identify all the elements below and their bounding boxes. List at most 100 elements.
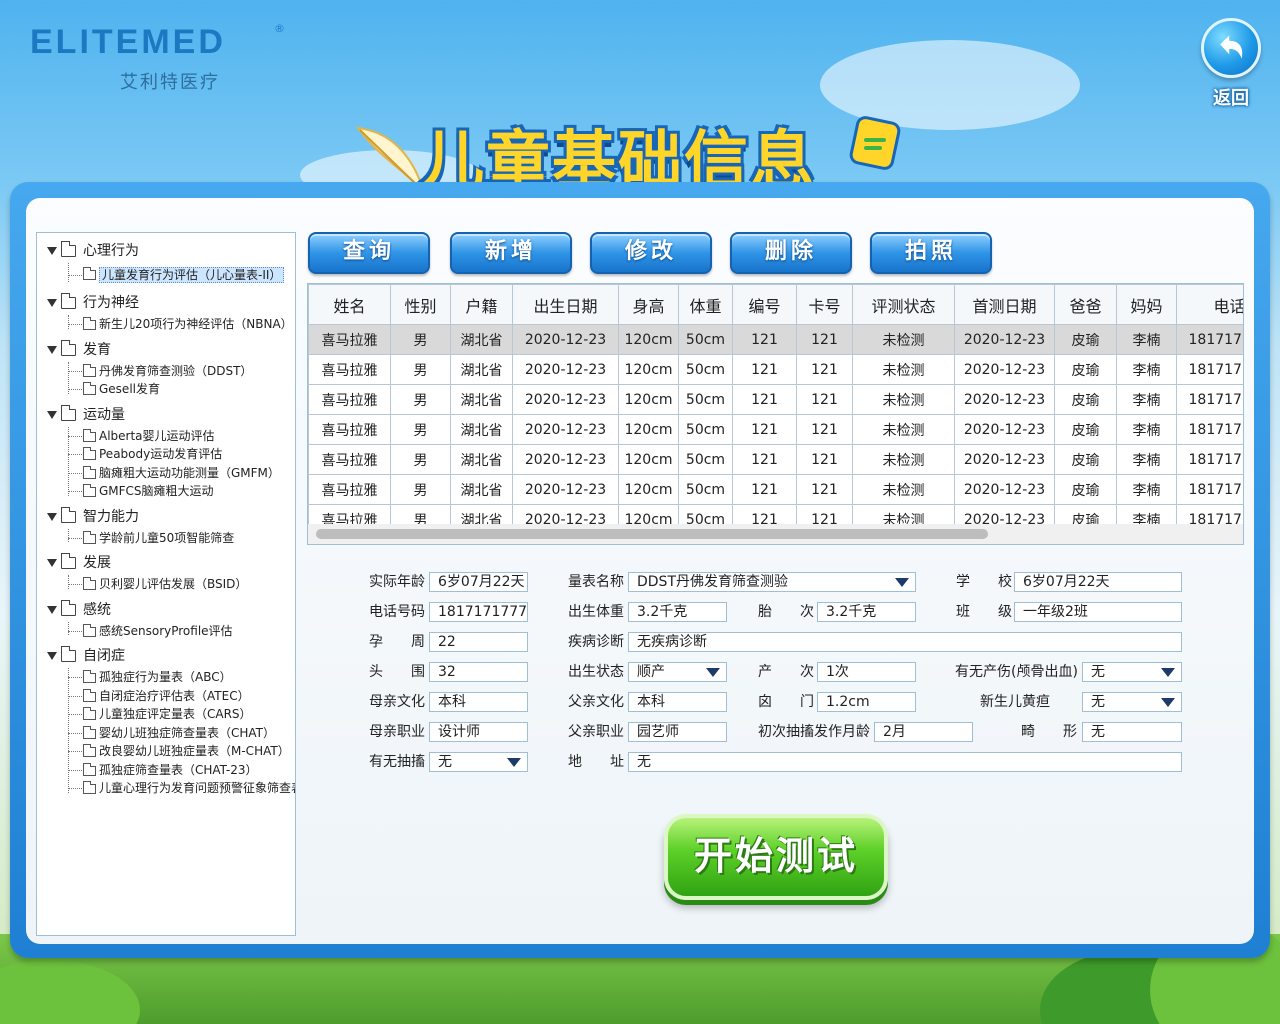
deformity-field[interactable]: 无	[1082, 722, 1182, 742]
mother-education-field[interactable]: 本科	[429, 692, 528, 712]
column-header[interactable]: 爸爸	[1054, 284, 1117, 325]
tree-item[interactable]: 学龄前儿童50项智能筛查	[37, 529, 295, 548]
column-header[interactable]: 首测日期	[954, 284, 1055, 325]
tree-item[interactable]: 自闭症治疗评估表（ATEC）	[37, 687, 295, 706]
photo-button[interactable]: 拍照	[870, 232, 992, 274]
address-field[interactable]: 无	[628, 752, 1182, 772]
twitch-select[interactable]: 无	[429, 752, 528, 772]
gestation-field[interactable]: 22	[429, 632, 528, 652]
first-twitch-month-field[interactable]: 2月	[874, 722, 973, 742]
tree-category[interactable]: 运动量	[37, 403, 295, 427]
column-header[interactable]: 身高	[618, 284, 679, 325]
tree-category[interactable]: 发育	[37, 338, 295, 362]
fontanelle-field[interactable]: 1.2cm	[817, 692, 916, 712]
tree-category[interactable]: 感统	[37, 598, 295, 622]
expand-triangle-icon[interactable]	[47, 652, 57, 660]
table-row[interactable]: 喜马拉雅男湖北省 2020-12-23 120cm 50cm 121 121 未检测 2020…	[308, 444, 1243, 475]
table-cell: 121	[796, 384, 853, 415]
column-header[interactable]: 出生日期	[512, 284, 619, 325]
tree-category[interactable]: 智力能力	[37, 505, 295, 529]
tree-item[interactable]: 感统SensoryProfile评估	[37, 622, 295, 641]
tree-category-label: 发展	[83, 555, 111, 571]
start-test-button[interactable]: 开始测试	[664, 814, 888, 900]
birth-status-select[interactable]: 顺产	[628, 662, 727, 682]
tree-item[interactable]: 丹佛发育筛查测验（DDST）	[37, 362, 295, 381]
tree-item[interactable]: 贝利婴儿评估发展（BSID）	[37, 575, 295, 594]
tree-item[interactable]: 孤独症筛查量表（CHAT-23）	[37, 761, 295, 780]
tree-category[interactable]: 行为神经	[37, 291, 295, 315]
expand-triangle-icon[interactable]	[47, 605, 57, 614]
tree-item[interactable]: 脑瘫粗大运动功能测量（GMFM）	[37, 464, 295, 483]
fetal-order-field[interactable]: 3.2千克	[817, 602, 916, 622]
table-row[interactable]: 喜马拉雅男湖北省 2020-12-23 120cm 50cm 121 121 未检测 2020…	[308, 384, 1243, 415]
table-row[interactable]: 喜马拉雅男湖北省 2020-12-23 120cm 50cm 121 121 未检测 2020…	[308, 324, 1243, 355]
birth-weight-field[interactable]: 3.2千克	[628, 602, 727, 622]
column-header[interactable]: 卡号	[796, 284, 853, 325]
edit-button[interactable]: 修改	[590, 232, 712, 274]
father-education-field[interactable]: 本科	[628, 692, 727, 712]
table-row[interactable]: 喜马拉雅男湖北省 2020-12-23 120cm 50cm 121 121 未检测 2020…	[308, 474, 1243, 505]
tree-item[interactable]: Alberta婴儿运动评估	[37, 427, 295, 446]
tree-item[interactable]: 儿童独症评定量表（CARS）	[37, 705, 295, 724]
tree-item-label: 贝利婴儿评估发展（BSID）	[99, 577, 248, 591]
tree-category[interactable]: 自闭症	[37, 644, 295, 668]
tree-item[interactable]: 婴幼儿班独症筛查量表（CHAT）	[37, 724, 295, 743]
tree-item-label: 儿童独症评定量表（CARS）	[99, 707, 252, 721]
column-header[interactable]: 妈妈	[1116, 284, 1177, 325]
tree-category[interactable]: 发展	[37, 551, 295, 575]
tree-connector	[68, 454, 82, 455]
phone-field[interactable]: 18171717777	[429, 602, 528, 622]
table-cell: 未检测	[852, 324, 955, 355]
expand-triangle-icon[interactable]	[47, 345, 57, 354]
diagnosis-field[interactable]: 无疾病诊断	[628, 632, 1182, 652]
expand-triangle-icon[interactable]	[47, 299, 57, 307]
tree-item[interactable]: GMFCS脑瘫粗大运动	[37, 482, 295, 501]
tree-item[interactable]: 新生儿20项行为神经评估（NBNA）	[37, 315, 295, 334]
expand-triangle-icon[interactable]	[47, 559, 57, 567]
column-header[interactable]: 体重	[678, 284, 733, 325]
fontanelle-label: 囟 门	[758, 694, 814, 710]
tree-group: 智力能力 学龄前儿童50项智能筛查	[37, 505, 295, 552]
column-header[interactable]: 性别	[390, 284, 451, 325]
jaundice-select[interactable]: 无	[1082, 692, 1182, 712]
tree-item-label: 婴幼儿班独症筛查量表（CHAT）	[99, 725, 276, 740]
delete-button[interactable]: 删除	[730, 232, 852, 274]
column-header[interactable]: 姓名	[308, 284, 391, 325]
children-table[interactable]: 姓名性别户籍出生日期身高体重编号卡号评测状态首测日期爸爸妈妈电话号 喜马拉雅男湖…	[307, 283, 1244, 545]
horizontal-scrollbar[interactable]	[308, 524, 1243, 544]
tree-item[interactable]: Gesell发育	[37, 380, 295, 399]
table-cell: 2020-12-23	[512, 474, 619, 505]
scrollbar-thumb[interactable]	[316, 529, 988, 539]
table-row[interactable]: 喜马拉雅男湖北省 2020-12-23 120cm 50cm 121 121 未检测 2020…	[308, 414, 1243, 445]
scale-category-tree[interactable]: 心理行为 儿童发育行为评估（儿心量表-II） 行为神经 新生儿20项行为神经评估（NB…	[36, 232, 296, 936]
column-header[interactable]: 评测状态	[852, 284, 955, 325]
tree-item[interactable]: 孤独症行为量表（ABC）	[37, 668, 295, 687]
mother-job-field[interactable]: 设计师	[429, 722, 528, 742]
jaundice-value: 无	[1091, 694, 1105, 710]
tree-item[interactable]: 儿童发育行为评估（儿心量表-II）	[37, 263, 295, 287]
expand-triangle-icon[interactable]	[47, 247, 57, 255]
father-job-field[interactable]: 园艺师	[628, 722, 727, 742]
scale-name-select[interactable]: DDST丹佛发育筛查测验	[628, 572, 916, 592]
back-button[interactable]: 返回	[1198, 18, 1264, 112]
table-row[interactable]: 喜马拉雅男湖北省 2020-12-23 120cm 50cm 121 121 未检测 2020…	[308, 354, 1243, 385]
query-button[interactable]: 查询	[308, 232, 430, 274]
class-field[interactable]: 一年级2班	[1014, 602, 1182, 622]
back-arrow-icon	[1201, 18, 1261, 78]
school-field[interactable]: 6岁07月22天	[1014, 572, 1182, 592]
expand-triangle-icon[interactable]	[47, 410, 57, 419]
column-header[interactable]: 电话号	[1176, 284, 1243, 325]
birth-injury-select[interactable]: 无	[1082, 662, 1182, 682]
actual-age-field[interactable]: 6岁07月22天	[429, 572, 528, 592]
head-circumference-field[interactable]: 32	[429, 662, 528, 682]
tree-item[interactable]: Peabody运动发育评估	[37, 445, 295, 464]
table-cell: 2020-12-23	[954, 324, 1055, 355]
parity-field[interactable]: 1次	[817, 662, 916, 682]
tree-category[interactable]: 心理行为	[37, 239, 295, 263]
column-header[interactable]: 户籍	[450, 284, 513, 325]
expand-triangle-icon[interactable]	[47, 512, 57, 521]
column-header[interactable]: 编号	[732, 284, 797, 325]
tree-item[interactable]: 改良婴幼儿班独症量表（M-CHAT）	[37, 742, 295, 761]
add-button[interactable]: 新增	[450, 232, 572, 274]
tree-item[interactable]: 儿童心理行为发育问题预警征象筛查表	[37, 779, 295, 798]
